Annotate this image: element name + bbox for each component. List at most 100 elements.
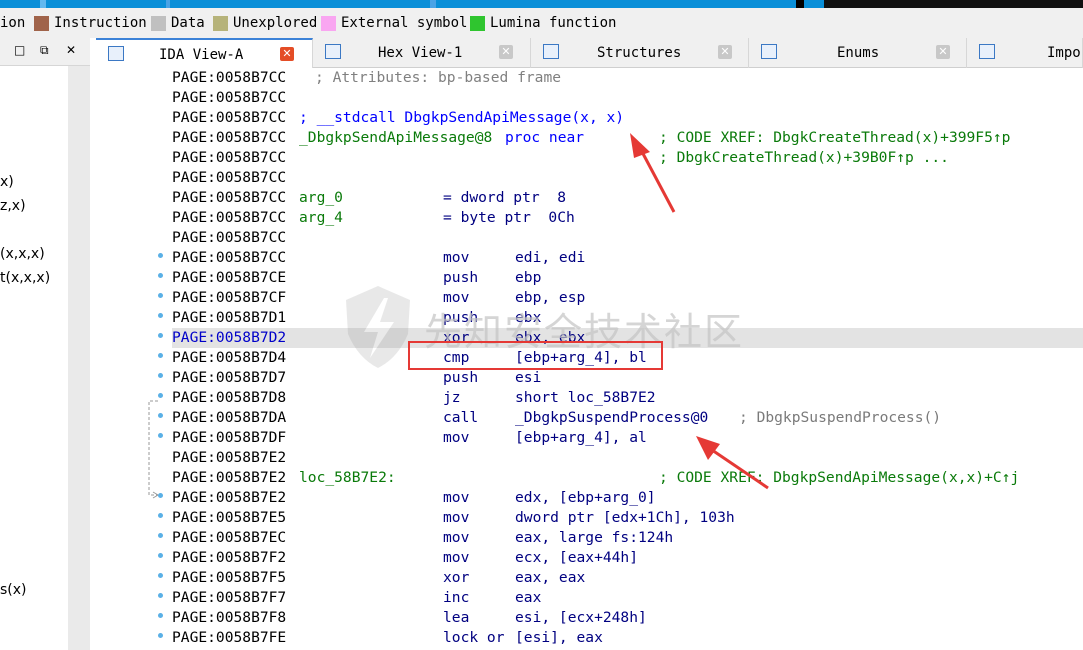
disasm-line[interactable]: PAGE:0058B7F2 mov ecx, [eax+44h] [172,548,1083,568]
breakpoint-dot[interactable] [158,253,163,258]
operand[interactable]: ecx, [eax+44h] [515,548,638,568]
disasm-line[interactable]: PAGE:0058B7CC ; __stdcall DbgkpSendApiMes… [172,108,1083,128]
label[interactable]: arg_0 [299,188,343,208]
tab-label: IDA View-A [159,47,244,63]
disasm-line[interactable]: PAGE:0058B7F8 lea esi, [ecx+248h] [172,608,1083,628]
disasm-line[interactable]: PAGE:0058B7CC arg_4 = byte ptr 0Ch [172,208,1083,228]
operand[interactable]: short loc_58B7E2 [515,388,656,408]
breakpoint-dot[interactable] [158,633,163,638]
address: PAGE:0058B7DA [172,409,287,426]
tab-hex-view-1[interactable]: Hex View-1 ✕ [313,38,531,68]
breakpoint-dot[interactable] [158,433,163,438]
operand[interactable]: dword ptr [edx+1Ch], 103h [515,508,735,528]
watermark-logo-icon [346,286,410,368]
float-button[interactable]: ⧉ [40,43,49,58]
view-icon [108,46,124,61]
navigation-band[interactable] [0,0,1083,8]
proc-keyword: proc near [505,129,585,146]
breakpoint-dot[interactable] [158,593,163,598]
operand[interactable]: eax, large fs:124h [515,528,673,548]
label[interactable]: arg_4 [299,208,343,228]
close-button[interactable]: ✕ [66,43,76,57]
breakpoint-dot[interactable] [158,573,163,578]
disasm-line[interactable]: PAGE:0058B7E2 mov edx, [ebp+arg_0] [172,488,1083,508]
mnemonic: call [443,409,479,426]
operand[interactable]: _DbgkpSuspendProcess@0 [515,408,708,428]
minimize-button[interactable]: □ [14,43,25,57]
label[interactable]: _DbgkpSendApiMessage@8 [299,128,492,148]
mnemonic: xor [443,569,470,586]
operand[interactable]: esi [515,368,541,388]
disasm-line[interactable]: PAGE:0058B7FE lock or [esi], eax [172,628,1083,648]
operand[interactable]: edx, [ebp+arg_0] [515,488,656,508]
breakpoint-dot[interactable] [158,493,163,498]
function-item[interactable]: z,x) [0,198,26,214]
close-tab-icon[interactable]: ✕ [718,45,732,59]
disasm-line[interactable]: PAGE:0058B7E2 [172,448,1083,468]
view-icon [761,44,777,59]
function-item[interactable]: x) [0,174,14,190]
arg-definition: = byte ptr 0Ch [443,209,575,226]
tab-impor[interactable]: Impor [967,38,1083,68]
disasm-line[interactable]: PAGE:0058B7D7 push esi [172,368,1083,388]
disasm-line[interactable]: PAGE:0058B7CE push ebp [172,268,1083,288]
address: PAGE:0058B7CC [172,209,287,226]
function-item[interactable]: (x,x,x) [0,246,45,262]
disasm-line[interactable]: PAGE:0058B7DA call _DbgkpSuspendProcess@0;… [172,408,1083,428]
disasm-line[interactable]: PAGE:0058B7F5 xor eax, eax [172,568,1083,588]
breakpoint-dot[interactable] [158,373,163,378]
view-tab-bar: IDA View-A ✕ Hex View-1 ✕ Structures ✕ Enums ✕ I… [96,38,1083,68]
address: PAGE:0058B7DF [172,429,287,446]
close-tab-icon[interactable]: ✕ [936,45,950,59]
breakpoint-dot[interactable] [158,313,163,318]
breakpoint-dot[interactable] [158,333,163,338]
breakpoint-dot[interactable] [158,353,163,358]
address: PAGE:0058B7CC [172,69,287,86]
disasm-line[interactable]: PAGE:0058B7CC arg_0 = dword ptr 8 [172,188,1083,208]
mnemonic: mov [443,529,470,546]
close-tab-icon[interactable]: ✕ [499,45,513,59]
breakpoint-dot[interactable] [158,553,163,558]
operand[interactable]: eax [515,588,541,608]
disasm-line[interactable]: PAGE:0058B7F7 inc eax [172,588,1083,608]
tab-enums[interactable]: Enums ✕ [749,38,967,68]
function-item[interactable]: s(x) [0,582,27,598]
label[interactable]: loc_58B7E2: [299,468,396,488]
disasm-line[interactable]: PAGE:0058B7CC _DbgkpSendApiMessage@8 proc … [172,128,1083,148]
operand[interactable]: esi, [ecx+248h] [515,608,647,628]
disasm-line[interactable]: PAGE:0058B7DF mov [ebp+arg_4], al [172,428,1083,448]
breakpoint-dot[interactable] [158,413,163,418]
operand[interactable]: eax, eax [515,568,585,588]
tab-structures[interactable]: Structures ✕ [531,38,749,68]
functions-scrollbar[interactable] [68,66,90,650]
address: PAGE:0058B7CC [172,149,287,166]
disasm-line[interactable]: PAGE:0058B7E5 mov dword ptr [edx+1Ch], 103… [172,508,1083,528]
disasm-line[interactable]: PAGE:0058B7E2 loc_58B7E2: ; CODE XREF: Dbg… [172,468,1083,488]
disasm-line[interactable]: PAGE:0058B7CC [172,168,1083,188]
operand[interactable]: [ebp+arg_4], al [515,428,647,448]
disasm-line[interactable]: PAGE:0058B7EC mov eax, large fs:124h [172,528,1083,548]
breakpoint-dot[interactable] [158,513,163,518]
disasm-line[interactable]: PAGE:0058B7CC ; DbgkCreateThread(x)+39B0F… [172,148,1083,168]
breakpoint-dot[interactable] [158,273,163,278]
disasm-line[interactable]: PAGE:0058B7CC mov edi, edi [172,248,1083,268]
close-tab-icon[interactable]: ✕ [280,47,294,61]
operand[interactable]: edi, edi [515,248,585,268]
breakpoint-dot[interactable] [158,533,163,538]
disasm-line[interactable]: PAGE:0058B7CC ; Attributes: bp-based fram… [172,68,1083,88]
address: PAGE:0058B7E2 [172,449,287,466]
operand[interactable]: [esi], eax [515,628,603,648]
breakpoint-dot[interactable] [158,393,163,398]
address: PAGE:0058B7D4 [172,349,287,366]
address: PAGE:0058B7D7 [172,369,287,386]
operand[interactable]: ebp [515,268,541,288]
disasm-line[interactable]: PAGE:0058B7CC [172,228,1083,248]
function-item[interactable]: t(x,x,x) [0,270,50,286]
disasm-line[interactable]: PAGE:0058B7CC [172,88,1083,108]
legend-swatch [213,16,228,31]
tab-ida-view-a[interactable]: IDA View-A ✕ [96,38,313,68]
disasm-line[interactable]: PAGE:0058B7D8 jz short loc_58B7E2 [172,388,1083,408]
mnemonic: mov [443,489,470,506]
breakpoint-dot[interactable] [158,613,163,618]
breakpoint-dot[interactable] [158,293,163,298]
